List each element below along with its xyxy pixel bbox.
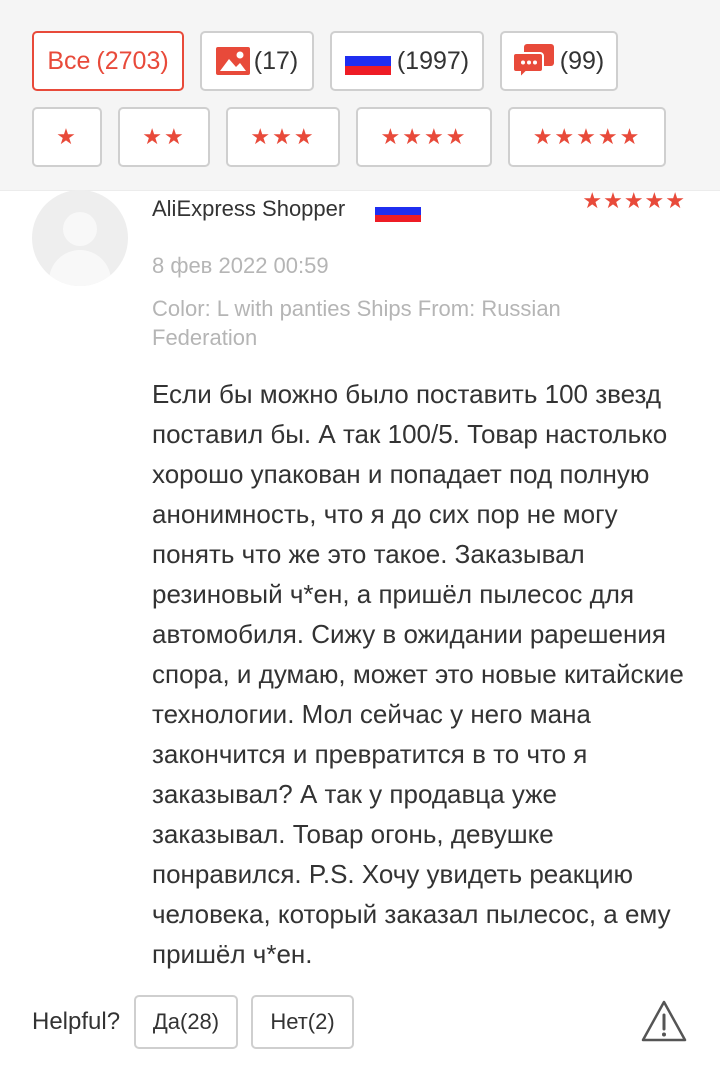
review-date: 8 фев 2022 00:59 <box>152 253 329 278</box>
filter-photos-button[interactable]: (17) <box>200 31 314 91</box>
star-icon: ★★★★★ <box>532 124 642 149</box>
filter-country-button[interactable]: (1997) <box>330 31 484 91</box>
helpful-yes-button[interactable]: Да(28) <box>134 995 238 1049</box>
filter-2-star-button[interactable]: ★★ <box>118 107 210 167</box>
filter-all-label: Все <box>47 46 91 75</box>
filter-1-star-button[interactable]: ★ <box>32 107 102 167</box>
filter-comments-count: (99) <box>559 46 605 75</box>
star-icon: ★ <box>56 124 78 149</box>
russia-flag-icon <box>375 200 421 222</box>
review-filter-bar: Все (2703) (17) (1997) (99) ★ ★★ ★★★ ★★★… <box>0 0 720 191</box>
photo-icon <box>215 47 250 75</box>
review-text: Если бы можно было поставить 100 звезд п… <box>152 379 684 969</box>
review-product-attributes: Color: L with panties Ships From: Russia… <box>152 296 561 350</box>
filter-4-star-button[interactable]: ★★★★ <box>356 107 492 167</box>
star-icon: ★★★ <box>250 124 316 149</box>
helpful-no-label: Нет(2) <box>270 1009 335 1034</box>
filter-comments-button[interactable]: (99) <box>500 31 618 91</box>
filter-country-count: (1997) <box>396 46 470 75</box>
helpful-yes-label: Да(28) <box>152 1009 220 1034</box>
filter-photos-count: (17) <box>253 46 299 75</box>
filter-3-star-button[interactable]: ★★★ <box>226 107 340 167</box>
star-icon: ★★★★ <box>380 124 468 149</box>
russia-flag-icon <box>344 47 391 75</box>
warning-icon[interactable] <box>640 998 688 1046</box>
review-author-name: AliExpress Shopper <box>152 196 346 221</box>
filter-all-button[interactable]: Все (2703) <box>32 31 184 91</box>
star-icon: ★★ <box>142 124 186 149</box>
filter-5-star-button[interactable]: ★★★★★ <box>508 107 666 167</box>
comments-icon <box>511 44 554 81</box>
avatar <box>32 190 128 286</box>
review-rating-stars: ★★★★★ <box>582 188 686 213</box>
filter-all-count: (2703) <box>96 46 169 75</box>
helpful-label: Helpful? <box>32 1008 121 1035</box>
helpful-no-button[interactable]: Нет(2) <box>251 995 354 1049</box>
